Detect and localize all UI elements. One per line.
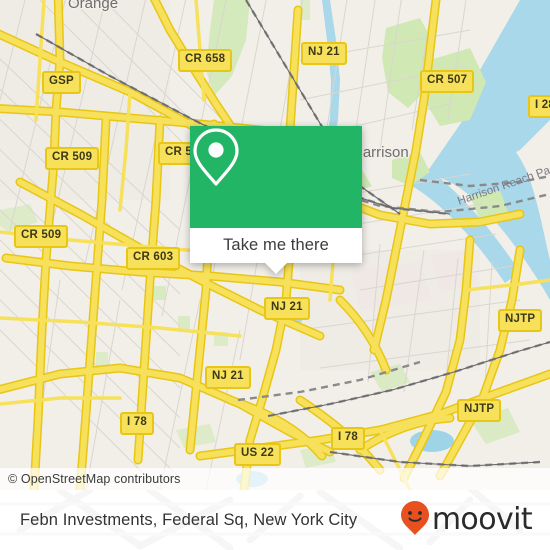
take-me-there-label: Take me there (223, 236, 329, 254)
road-shield[interactable]: CR 509 (45, 147, 100, 170)
road-shield[interactable]: GSP (42, 71, 81, 94)
road-shield[interactable]: CR 509 (14, 225, 69, 248)
moovit-logo[interactable]: moovit (400, 500, 533, 541)
road-shield[interactable]: CR 507 (420, 70, 475, 93)
road-shield[interactable]: NJTP (457, 399, 502, 422)
road-shield[interactable]: I 28 (528, 95, 550, 118)
road-shield[interactable]: NJ 21 (205, 366, 251, 389)
map-canvas[interactable]: GSP CR 658 NJ 21 CR 507 I 28 CR 509 CR 5… (0, 0, 550, 490)
popup-pointer-tail (265, 263, 287, 274)
road-shield[interactable]: NJTP (498, 309, 543, 332)
place-label-orange: Orange (68, 0, 119, 12)
road-shield[interactable]: NJ 21 (301, 42, 347, 65)
road-shield[interactable]: NJ 21 (264, 297, 310, 320)
popup-pin-area (190, 126, 362, 228)
take-me-there-button[interactable]: Take me there (190, 228, 362, 263)
map-attribution-bar: © OpenStreetMap contributors (0, 468, 550, 490)
footer-content: Febn Investments, Federal Sq, New York C… (0, 490, 550, 550)
osm-attribution-text[interactable]: © OpenStreetMap contributors (0, 472, 181, 486)
moovit-map-screenshot: GSP CR 658 NJ 21 CR 507 I 28 CR 509 CR 5… (0, 0, 550, 550)
road-shield[interactable]: US 22 (234, 443, 281, 466)
footer-bar: Febn Investments, Federal Sq, New York C… (0, 490, 550, 550)
moovit-smiley-pin-icon (400, 500, 430, 541)
moovit-wordmark: moovit (431, 502, 533, 537)
road-shield[interactable]: CR 658 (178, 49, 233, 72)
road-shield[interactable]: CR 603 (126, 247, 181, 270)
road-shield[interactable]: I 78 (120, 412, 154, 435)
location-popup-card[interactable]: Take me there (190, 126, 362, 274)
road-shield[interactable]: I 78 (331, 427, 365, 450)
location-title: Febn Investments, Federal Sq, New York C… (20, 510, 358, 529)
